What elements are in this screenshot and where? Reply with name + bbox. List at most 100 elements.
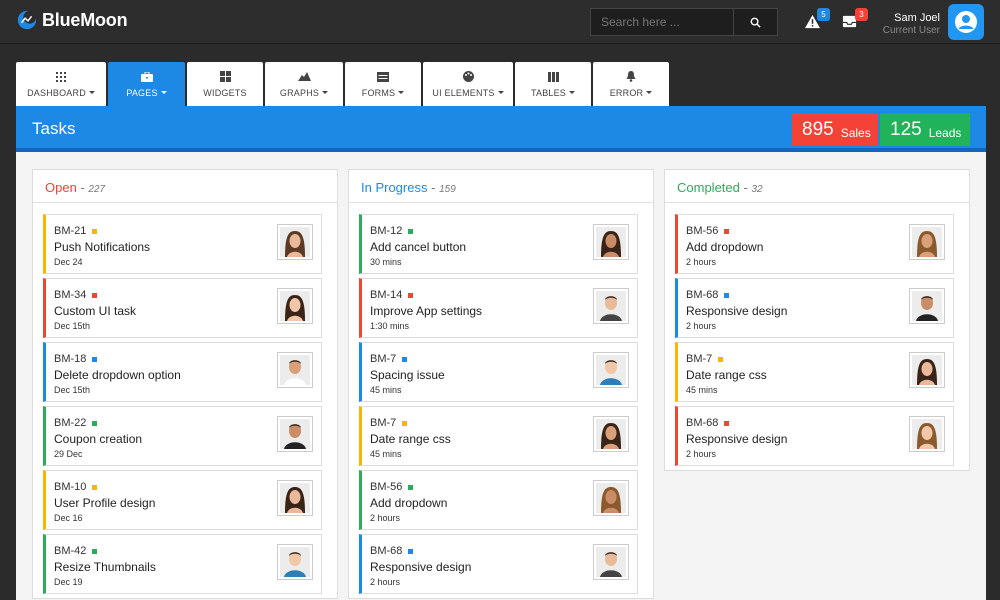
assignee-avatar[interactable] — [593, 352, 629, 388]
tab-error[interactable]: ERROR — [593, 62, 669, 106]
tab-label: ERROR — [609, 87, 644, 98]
priority-square-icon — [724, 420, 730, 426]
task-card[interactable]: BM-34 Custom UI task Dec 15th — [43, 278, 322, 338]
assignee-avatar[interactable] — [277, 544, 313, 580]
task-card[interactable]: BM-68 Responsive design 2 hours — [359, 534, 638, 594]
leads-label: Leads — [928, 125, 962, 140]
assignee-avatar[interactable] — [909, 224, 945, 260]
user-info[interactable]: Sam Joel Current User — [883, 12, 940, 36]
sales-stat[interactable]: 895 Sales — [792, 113, 878, 146]
assignee-avatar[interactable] — [277, 288, 313, 324]
task-card[interactable]: BM-10 User Profile design Dec 16 — [43, 470, 322, 530]
task-card[interactable]: BM-68 Responsive design 2 hours — [675, 406, 954, 466]
task-card[interactable]: BM-7 Date range css 45 mins — [359, 406, 638, 466]
column-title: Open — [45, 180, 77, 195]
task-title: User Profile design — [54, 496, 156, 510]
app-logo[interactable]: BlueMoon — [16, 9, 128, 31]
task-title: Date range css — [686, 368, 767, 382]
task-card[interactable]: BM-42 Resize Thumbnails Dec 19 — [43, 534, 322, 594]
table-columns-icon — [547, 71, 559, 83]
task-meta: 2 hours — [370, 577, 401, 587]
assignee-avatar[interactable] — [593, 224, 629, 260]
task-id: BM-56 — [686, 225, 719, 237]
task-card[interactable]: BM-56 Add dropdown 2 hours — [675, 214, 954, 274]
task-id: BM-12 — [370, 225, 403, 237]
mountain-chart-icon — [297, 71, 311, 83]
priority-square-icon — [408, 484, 414, 490]
alerts-button[interactable]: 5 — [804, 8, 830, 30]
priority-square-icon — [402, 356, 408, 362]
task-column-in-progress: In Progress - 159 BM-12 Add cancel button 3… — [348, 169, 654, 599]
priority-square-icon — [92, 228, 98, 234]
tab-label: PAGES — [126, 87, 158, 98]
leads-value: 125 — [890, 118, 922, 140]
task-meta: 30 mins — [370, 257, 402, 267]
task-meta: 1:30 mins — [370, 321, 410, 331]
task-title: Date range css — [370, 432, 451, 446]
caret-down-icon — [646, 91, 653, 94]
task-title: Add dropdown — [370, 496, 448, 510]
search-icon — [750, 17, 761, 28]
task-card[interactable]: BM-12 Add cancel button 30 mins — [359, 214, 638, 274]
user-name: Sam Joel — [894, 12, 940, 24]
priority-square-icon — [92, 420, 98, 426]
assignee-avatar[interactable] — [909, 416, 945, 452]
assignee-avatar[interactable] — [593, 544, 629, 580]
assignee-avatar[interactable] — [277, 352, 313, 388]
task-title: Responsive design — [686, 304, 788, 318]
search-box — [590, 8, 778, 36]
priority-square-icon — [408, 228, 414, 234]
caret-down-icon — [569, 91, 576, 94]
assignee-avatar[interactable] — [909, 288, 945, 324]
tab-ui-elements[interactable]: UI ELEMENTS — [423, 62, 513, 106]
page-title-bar: Tasks 895 Sales 125 Leads — [16, 106, 986, 152]
assignee-avatar[interactable] — [593, 288, 629, 324]
tab-label: WIDGETS — [203, 87, 247, 98]
caret-down-icon — [398, 91, 405, 94]
task-id: BM-68 — [686, 289, 719, 301]
tab-tables[interactable]: TABLES — [515, 62, 591, 106]
sales-value: 895 — [802, 118, 834, 140]
tab-graphs[interactable]: GRAPHS — [265, 62, 343, 106]
column-title: In Progress — [361, 180, 428, 195]
task-card[interactable]: BM-18 Delete dropdown option Dec 15th — [43, 342, 322, 402]
moon-logo-icon — [17, 10, 37, 30]
assignee-avatar[interactable] — [277, 480, 313, 516]
search-input[interactable] — [591, 9, 733, 35]
assignee-avatar[interactable] — [593, 480, 629, 516]
task-card[interactable]: BM-68 Responsive design 2 hours — [675, 278, 954, 338]
tab-forms[interactable]: FORMS — [345, 62, 421, 106]
leads-stat[interactable]: 125 Leads — [880, 113, 970, 146]
task-card[interactable]: BM-56 Add dropdown 2 hours — [359, 470, 638, 530]
tab-dashboard[interactable]: DASHBOARD — [16, 62, 106, 106]
task-meta: Dec 15th — [54, 321, 91, 331]
priority-square-icon — [92, 356, 98, 362]
user-avatar[interactable] — [948, 4, 984, 40]
task-meta: Dec 16 — [54, 513, 83, 523]
task-meta: 45 mins — [370, 385, 402, 395]
assignee-avatar[interactable] — [593, 416, 629, 452]
priority-square-icon — [92, 548, 98, 554]
task-card[interactable]: BM-21 Push Notifications Dec 24 — [43, 214, 322, 274]
search-button[interactable] — [733, 9, 777, 35]
card-list: BM-21 Push Notifications Dec 24 BM-34 Custom… — [33, 203, 337, 594]
column-header: Open - 227 — [33, 170, 337, 203]
task-meta: 2 hours — [686, 449, 717, 459]
task-card[interactable]: BM-7 Spacing issue 45 mins — [359, 342, 638, 402]
assignee-avatar[interactable] — [277, 416, 313, 452]
task-meta: 45 mins — [370, 449, 402, 459]
tab-pages[interactable]: PAGES — [108, 62, 185, 106]
task-card[interactable]: BM-22 Coupon creation 29 Dec — [43, 406, 322, 466]
assignee-avatar[interactable] — [277, 224, 313, 260]
task-card[interactable]: BM-14 Improve App settings 1:30 mins — [359, 278, 638, 338]
task-id: BM-7 — [686, 353, 713, 365]
task-card[interactable]: BM-7 Date range css 45 mins — [675, 342, 954, 402]
assignee-avatar[interactable] — [909, 352, 945, 388]
user-icon — [955, 11, 977, 33]
messages-button[interactable]: 3 — [842, 8, 868, 30]
task-meta: 29 Dec — [54, 449, 83, 459]
task-title: Custom UI task — [54, 304, 137, 318]
tab-widgets[interactable]: WIDGETS — [187, 62, 263, 106]
alerts-count-badge: 5 — [817, 8, 830, 21]
page-title: Tasks — [32, 119, 76, 138]
